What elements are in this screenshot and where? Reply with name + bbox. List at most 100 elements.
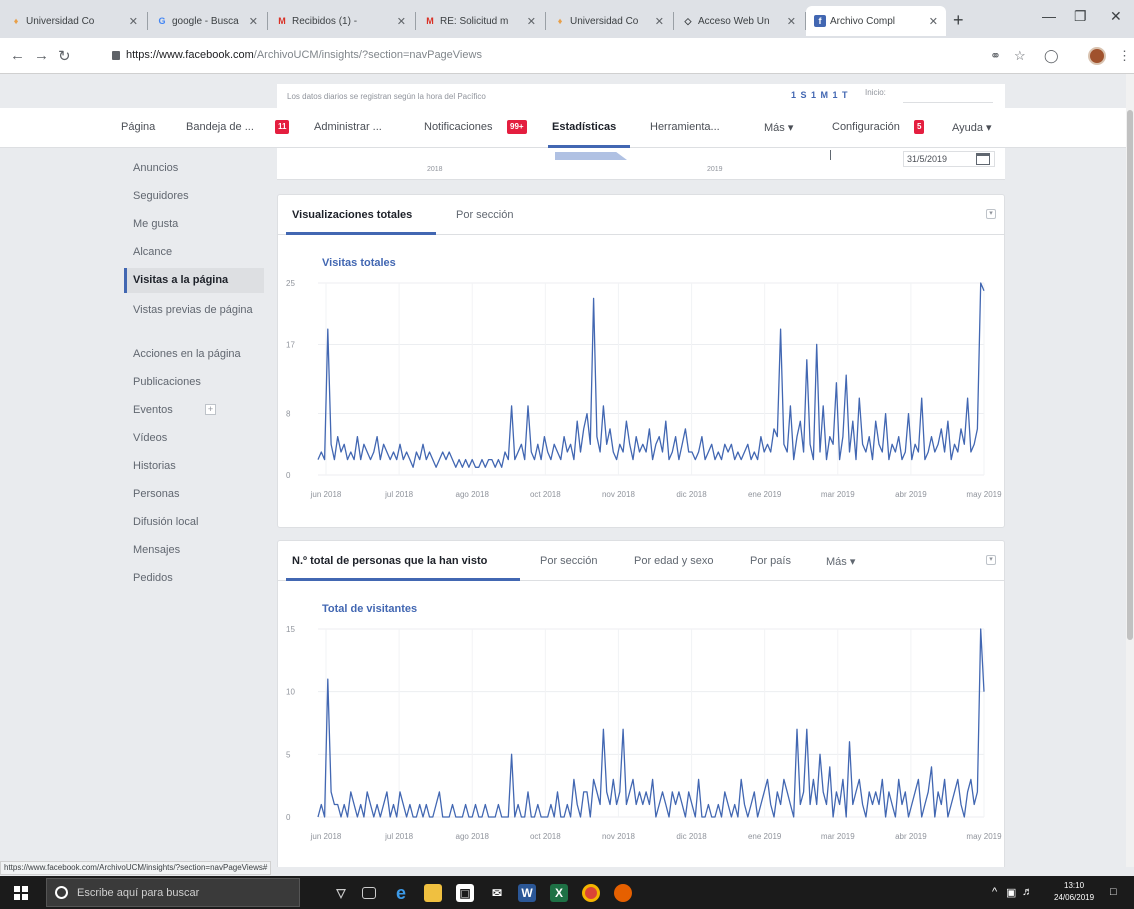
x-tick-label: dic 2018	[676, 490, 707, 499]
edge-icon[interactable]: e	[392, 884, 410, 902]
sidebar-item-videos[interactable]: Vídeos	[124, 432, 264, 445]
browser-tab[interactable]: M Recibidos (1) - ✕	[268, 6, 414, 36]
tab-total-personas[interactable]: N.º total de personas que la han visto	[292, 555, 487, 567]
sidebar-item-seguidores[interactable]: Seguidores	[124, 190, 264, 203]
sidebar-item-me-gusta[interactable]: Me gusta	[124, 218, 264, 231]
task-view-icon[interactable]	[362, 887, 376, 899]
reload-button[interactable]: ↻	[58, 47, 71, 65]
key-icon[interactable]: ⚭	[990, 48, 1001, 64]
store-icon[interactable]: ▣	[456, 884, 474, 902]
range-selector[interactable]: 1 S 1 M 1 T	[791, 90, 849, 100]
scrollbar-thumb[interactable]	[1127, 110, 1133, 640]
browser-tab[interactable]: M RE: Solicitud m ✕	[416, 6, 544, 36]
sidebar-item-anuncios[interactable]: Anuncios	[124, 162, 264, 175]
volume-icon[interactable]: ♬	[1022, 886, 1033, 898]
tab-close-icon[interactable]: ✕	[527, 15, 536, 28]
sidebar-item-acciones[interactable]: Acciones en la página	[124, 348, 264, 361]
browser-tab[interactable]: ♦ Universidad Co ✕	[2, 6, 146, 36]
sidebar-item-label: Eventos	[133, 404, 173, 416]
excel-icon[interactable]: X	[550, 884, 568, 902]
tab-por-seccion[interactable]: Por sección	[540, 555, 597, 567]
tab-close-icon[interactable]: ✕	[929, 15, 938, 28]
nav-configuracion[interactable]: Configuración	[832, 121, 900, 133]
tab-title: Universidad Co	[26, 15, 95, 27]
file-explorer-icon[interactable]	[424, 884, 442, 902]
tab-close-icon[interactable]: ✕	[249, 15, 258, 28]
sidebar-item-mensajes[interactable]: Mensajes	[124, 544, 264, 557]
network-icon[interactable]: ▣	[1006, 886, 1016, 899]
sidebar-item-pedidos[interactable]: Pedidos	[124, 572, 264, 585]
start-date-input[interactable]	[903, 102, 993, 103]
star-icon[interactable]: ☆	[1014, 48, 1026, 64]
sidebar-item-eventos[interactable]: Eventos +	[124, 404, 264, 417]
x-tick-label: jun 2018	[310, 490, 342, 499]
windows-start-icon[interactable]	[14, 886, 28, 900]
nav-pagina[interactable]: Página	[121, 121, 155, 133]
tab-favicon-icon: G	[158, 16, 166, 26]
back-button[interactable]: ←	[10, 47, 25, 64]
sidebar-item-publicaciones[interactable]: Publicaciones	[124, 376, 264, 389]
start-label: Inicio:	[865, 88, 886, 97]
nav-administrar[interactable]: Administrar ...	[314, 121, 382, 133]
tab-mas[interactable]: Más ▾	[826, 555, 855, 568]
card-options-icon[interactable]: ▾	[986, 555, 996, 565]
timeline-panel: 2018 2019 31/5/2019	[277, 148, 1005, 180]
sidebar-item-alcance[interactable]: Alcance	[124, 246, 264, 259]
nav-ayuda[interactable]: Ayuda ▾	[952, 121, 992, 134]
tab-por-edad-sexo[interactable]: Por edad y sexo	[634, 555, 714, 567]
sidebar-item-difusion[interactable]: Difusión local	[124, 516, 264, 529]
nav-bandeja[interactable]: Bandeja de ...	[186, 121, 254, 133]
nav-notificaciones[interactable]: Notificaciones	[424, 121, 492, 133]
sidebar-item-historias[interactable]: Historias	[124, 460, 264, 473]
chrome-icon[interactable]	[582, 884, 600, 902]
menu-icon[interactable]: ⋮	[1118, 48, 1131, 64]
tab-close-icon[interactable]: ✕	[787, 15, 796, 28]
new-tab-button[interactable]: +	[953, 10, 964, 31]
nav-estadisticas[interactable]: Estadísticas	[552, 121, 616, 133]
sidebar-item-personas[interactable]: Personas	[124, 488, 264, 501]
card-options-icon[interactable]: ▾	[986, 209, 996, 219]
close-window-button[interactable]: ✕	[1110, 8, 1122, 25]
browser-tab[interactable]: ♦ Universidad Co ✕	[546, 6, 672, 36]
nav-mas[interactable]: Más ▾	[764, 121, 793, 134]
extension-icon[interactable]: ◯	[1044, 48, 1059, 64]
browser-tab[interactable]: ◇ Acceso Web Un ✕	[674, 6, 804, 36]
sidebar-item-vistas-previas[interactable]: Vistas previas de página	[124, 304, 264, 317]
forward-button[interactable]: →	[34, 47, 49, 64]
notifications-badge: 99+	[507, 120, 527, 134]
browser-tab[interactable]: f Archivo Compl ✕	[806, 6, 946, 36]
y-tick-label: 5	[286, 750, 291, 759]
tab-close-icon[interactable]: ✕	[397, 15, 406, 28]
tab-por-seccion[interactable]: Por sección	[456, 209, 513, 221]
sidebar-item-visitas[interactable]: Visitas a la página	[124, 268, 264, 293]
taskbar-clock[interactable]: 13:10 24/06/2019	[1054, 880, 1094, 904]
timeline-selection[interactable]	[555, 152, 627, 160]
tab-por-pais[interactable]: Por país	[750, 555, 791, 567]
notifications-icon[interactable]: □	[1110, 886, 1117, 898]
nav-herramientas[interactable]: Herramienta...	[650, 121, 720, 133]
card-tabs: N.º total de personas que la han visto P…	[278, 541, 1004, 581]
microphone-icon[interactable]: ▽	[332, 884, 350, 902]
word-icon[interactable]: W	[518, 884, 536, 902]
minimize-button[interactable]: —	[1042, 8, 1056, 24]
x-tick-label: mar 2019	[821, 832, 855, 841]
url-field[interactable]: https://www.facebook.com/ArchivoUCM/insi…	[126, 49, 482, 61]
firefox-icon[interactable]	[614, 884, 632, 902]
profile-avatar[interactable]	[1088, 47, 1106, 65]
timeline-handle[interactable]	[830, 150, 831, 160]
x-tick-label: oct 2018	[530, 832, 561, 841]
maximize-button[interactable]: ❐	[1074, 8, 1087, 25]
tab-close-icon[interactable]: ✕	[655, 15, 664, 28]
tray-chevron-icon[interactable]: ^	[992, 886, 997, 898]
tab-favicon-icon: ♦	[557, 16, 563, 26]
mail-icon[interactable]: ✉	[488, 884, 506, 902]
expand-icon[interactable]: +	[205, 404, 216, 415]
taskbar-search[interactable]: Escribe aquí para buscar	[46, 878, 300, 907]
end-date-input[interactable]: 31/5/2019	[903, 151, 995, 167]
calendar-icon[interactable]	[976, 153, 990, 165]
browser-tab[interactable]: Ggoogle - Busca ✕	[148, 6, 266, 36]
tab-close-icon[interactable]: ✕	[129, 15, 138, 28]
tab-visualizaciones-totales[interactable]: Visualizaciones totales	[292, 209, 412, 221]
end-date-value: 31/5/2019	[907, 154, 948, 164]
x-tick-label: ene 2019	[748, 490, 782, 499]
